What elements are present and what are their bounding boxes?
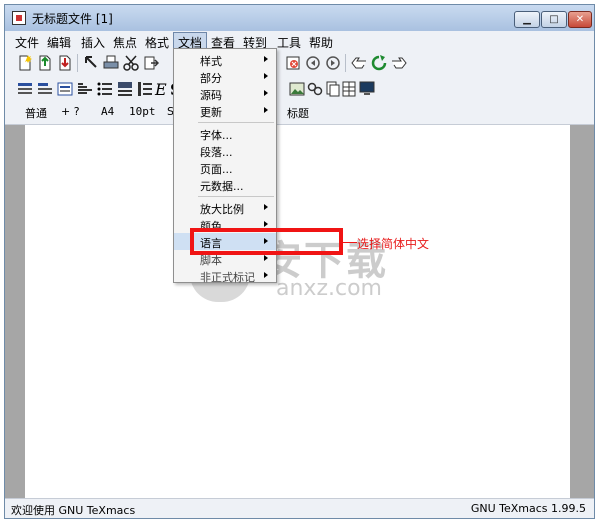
title-button[interactable]: 标题 <box>287 105 309 121</box>
menu-item-page[interactable]: 页面... <box>174 159 276 176</box>
refresh-icon[interactable] <box>371 55 387 71</box>
annotation-text: 选择简体中文 <box>357 237 430 251</box>
menu-item-informal-markup[interactable]: 非正式标记 <box>174 267 276 284</box>
submenu-arrow-icon <box>264 272 268 278</box>
menu-item-font[interactable]: 字体... <box>174 125 276 142</box>
toolbar-separator <box>345 54 346 72</box>
style-selector[interactable]: 普通 <box>25 105 47 121</box>
table-icon[interactable] <box>341 81 357 97</box>
footnote-icon[interactable] <box>325 81 341 97</box>
section-icon[interactable] <box>17 81 33 97</box>
status-version: GNU TeXmacs 1.99.5 <box>470 502 586 515</box>
menu-insert[interactable]: 插入 <box>77 33 109 52</box>
print-icon[interactable] <box>103 55 119 71</box>
toolbar-area: E S 普通 + ? A4 10pt S 标题 <box>5 51 594 125</box>
submenu-arrow-icon <box>264 56 268 62</box>
environment-icon[interactable] <box>57 81 73 97</box>
undo-arrow-icon[interactable] <box>83 55 99 71</box>
menu-file[interactable]: 文件 <box>11 33 43 52</box>
annotation-connector <box>343 242 357 243</box>
itemize-list-icon[interactable] <box>97 81 113 97</box>
image-icon[interactable] <box>289 81 305 97</box>
new-document-icon[interactable] <box>17 55 33 71</box>
link-icon[interactable] <box>307 81 323 97</box>
submenu-arrow-icon <box>264 73 268 79</box>
hand-forward-icon[interactable] <box>391 55 407 71</box>
font-size-selector[interactable]: 10pt <box>129 105 156 118</box>
rewind-icon[interactable] <box>305 55 321 71</box>
menu-separator <box>198 122 274 123</box>
highlight-box <box>190 228 343 255</box>
toolbar-separator <box>77 54 78 72</box>
document-page[interactable] <box>25 125 570 498</box>
submenu-arrow-icon <box>264 255 268 261</box>
submenu-arrow-icon <box>264 221 268 227</box>
title-bar: 无标题文件 [1] ▁ □ ✕ <box>5 5 594 31</box>
emphasize-e-icon[interactable]: E <box>155 80 171 99</box>
save-document-icon[interactable] <box>57 55 73 71</box>
menu-item-paragraph[interactable]: 段落... <box>174 142 276 159</box>
submenu-arrow-icon <box>264 107 268 113</box>
subsection-icon[interactable] <box>37 81 53 97</box>
window-title: 无标题文件 [1] <box>32 12 113 26</box>
monitor-icon[interactable] <box>359 81 375 97</box>
menu-separator <box>198 196 274 197</box>
maximize-button[interactable]: □ <box>541 11 567 28</box>
menu-edit[interactable]: 编辑 <box>43 33 75 52</box>
document-viewport <box>5 125 594 498</box>
plus-question-control[interactable]: + ? <box>61 105 80 118</box>
menu-item-source[interactable]: 源码 <box>174 85 276 102</box>
menu-format[interactable]: 格式 <box>141 33 173 52</box>
cut-scissors-icon[interactable] <box>123 55 139 71</box>
menu-focus[interactable]: 焦点 <box>109 33 141 52</box>
watermark-en-text: anxz.com <box>276 276 382 301</box>
paste-icon[interactable] <box>143 55 159 71</box>
menu-item-update[interactable]: 更新 <box>174 102 276 119</box>
menu-help[interactable]: 帮助 <box>305 33 337 52</box>
submenu-arrow-icon <box>264 204 268 210</box>
menu-bar: 文件 编辑 插入 焦点 格式 文档 查看 转到 工具 帮助 <box>5 31 594 53</box>
menu-item-style[interactable]: 样式 <box>174 51 276 68</box>
menu-item-metadata[interactable]: 元数据... <box>174 176 276 193</box>
submenu-arrow-icon <box>264 90 268 96</box>
menu-item-zoom[interactable]: 放大比例 <box>174 199 276 216</box>
stop-cross-icon[interactable] <box>285 55 301 71</box>
minimize-button[interactable]: ▁ <box>514 11 540 28</box>
menu-tools[interactable]: 工具 <box>273 33 305 52</box>
hand-back-icon[interactable] <box>351 55 367 71</box>
description-list-icon[interactable] <box>137 81 153 97</box>
enumerate-list-icon[interactable] <box>117 81 133 97</box>
close-button[interactable]: ✕ <box>568 11 592 28</box>
forward-icon[interactable] <box>325 55 341 71</box>
paper-size-selector[interactable]: A4 <box>101 105 114 118</box>
status-message: 欢迎使用 GNU TeXmacs <box>11 504 136 517</box>
open-document-icon[interactable] <box>37 55 53 71</box>
texmacs-app-icon <box>12 11 26 25</box>
status-bar: 欢迎使用 GNU TeXmacs GNU TeXmacs 1.99.5 <box>5 498 594 518</box>
theorem-icon[interactable] <box>77 81 93 97</box>
menu-item-part[interactable]: 部分 <box>174 68 276 85</box>
